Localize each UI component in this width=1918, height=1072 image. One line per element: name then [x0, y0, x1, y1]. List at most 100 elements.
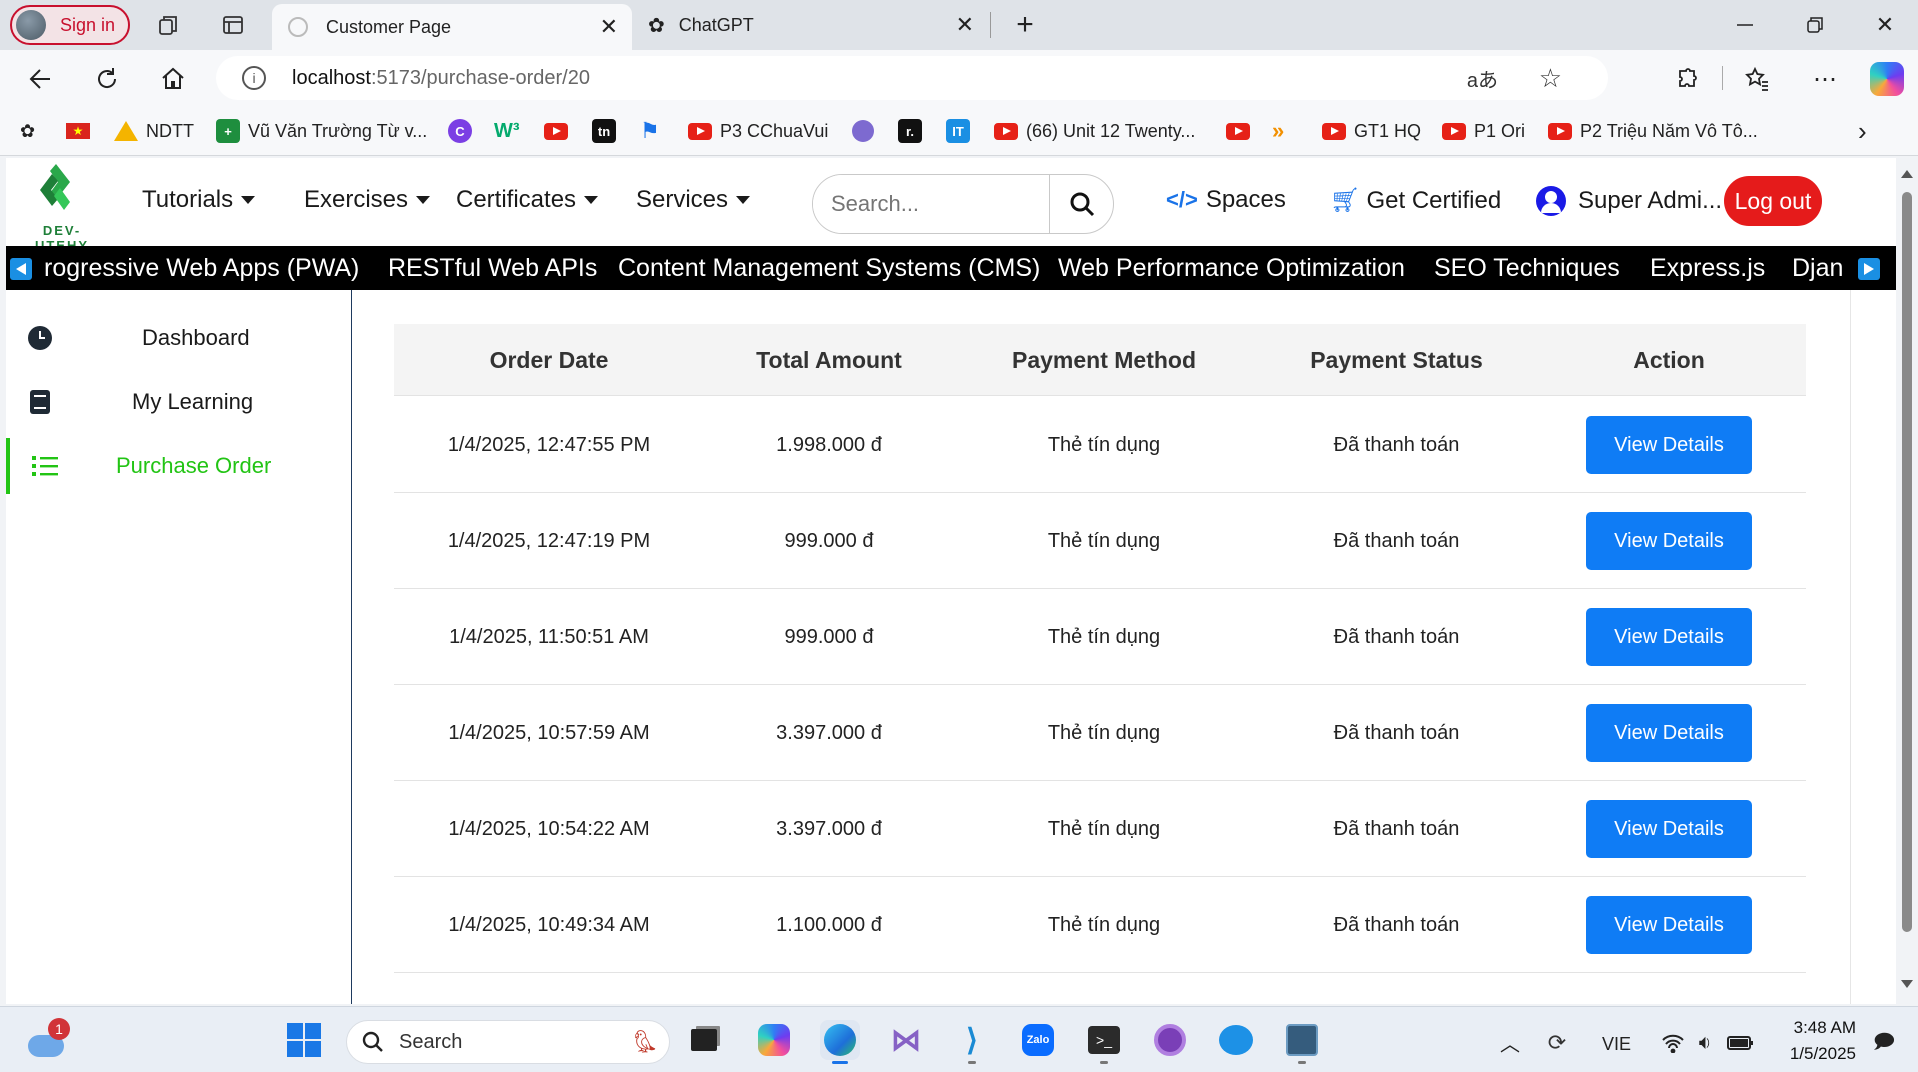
restore-icon[interactable]	[1800, 10, 1830, 40]
workspaces-icon[interactable]	[154, 10, 184, 40]
close-tab-icon[interactable]: ✕	[956, 12, 974, 38]
logout-button[interactable]: Log out	[1724, 176, 1822, 226]
vscode-icon[interactable]: ⟩	[952, 1020, 992, 1064]
task-view-icon[interactable]	[684, 1020, 724, 1060]
home-icon[interactable]	[156, 62, 190, 96]
view-details-button[interactable]: View Details	[1586, 608, 1752, 666]
zalo-icon[interactable]: Zalo	[1018, 1020, 1058, 1060]
scrollbar-thumb[interactable]	[1902, 192, 1912, 932]
bookmark-c-icon[interactable]: C	[448, 116, 480, 146]
github-desktop-icon[interactable]	[1150, 1020, 1190, 1060]
tab-customer-page[interactable]: Customer Page ✕	[272, 4, 632, 50]
extensions-icon[interactable]	[1670, 62, 1704, 96]
bookmark-w3[interactable]: W³	[494, 116, 520, 146]
more-menu-icon[interactable]: ⋯	[1808, 62, 1842, 96]
site-logo[interactable]: DEV-UTEHY	[16, 160, 108, 253]
ticker-item[interactable]: SEO Techniques	[1434, 254, 1620, 283]
battery-icon[interactable]	[1726, 1030, 1756, 1056]
sign-in-button[interactable]: Sign in	[10, 5, 130, 45]
bookmark-youtube[interactable]	[544, 116, 576, 146]
tab-actions-icon[interactable]	[218, 10, 248, 40]
bookmark-youtube-2[interactable]	[1226, 116, 1258, 146]
bookmark-unit12[interactable]: (66) Unit 12 Twenty...	[994, 116, 1195, 146]
view-details-button[interactable]: View Details	[1586, 704, 1752, 762]
bookmark-flag[interactable]: ⚑	[640, 116, 660, 146]
bookmark-label: GT1 HQ	[1354, 120, 1422, 141]
copilot-taskbar-icon[interactable]	[754, 1020, 794, 1060]
tray-overflow-icon[interactable]: ︿	[1498, 1030, 1522, 1056]
docker-icon[interactable]	[1216, 1020, 1256, 1060]
wifi-icon[interactable]	[1660, 1030, 1686, 1056]
bookmark-it[interactable]: IT	[946, 116, 978, 146]
bookmark-vu-van-truong[interactable]: + Vũ Văn Trường Từ v...	[216, 116, 427, 146]
scroll-down-icon[interactable]	[1901, 980, 1913, 988]
sync-icon[interactable]: ⟳	[1544, 1030, 1570, 1056]
read-aloud-icon[interactable]: aあ	[1467, 64, 1498, 93]
ticker-item[interactable]: Express.js	[1650, 254, 1765, 283]
page-scrollbar[interactable]	[1896, 158, 1918, 1004]
nav-certificates[interactable]: Certificates	[456, 186, 599, 214]
visual-studio-icon[interactable]: ⋈	[886, 1020, 926, 1060]
search-button[interactable]	[1049, 175, 1113, 233]
mysql-workbench-icon[interactable]	[1282, 1020, 1322, 1064]
nav-exercises[interactable]: Exercises	[304, 186, 431, 214]
taskbar-search[interactable]: Search 🦜︎	[346, 1020, 670, 1064]
ticker-prev-button[interactable]	[10, 258, 32, 280]
edge-taskbar-icon[interactable]	[820, 1020, 860, 1064]
ticker-item[interactable]: RESTful Web APIs	[388, 254, 597, 283]
ticker-item[interactable]: rogressive Web Apps (PWA)	[44, 254, 359, 283]
back-icon[interactable]	[24, 62, 58, 96]
tab-chatgpt[interactable]: ✿ ChatGPT ✕	[636, 4, 986, 46]
view-details-button[interactable]: View Details	[1586, 896, 1752, 954]
nav-services[interactable]: Services	[636, 186, 751, 214]
clock-time[interactable]: 3:48 AM	[1770, 1018, 1856, 1038]
nav-tutorials[interactable]: Tutorials	[142, 186, 256, 214]
bookmark-vn-flag[interactable]: ★	[66, 116, 90, 146]
view-details-button[interactable]: View Details	[1586, 512, 1752, 570]
spaces-link[interactable]: </> Spaces	[1166, 186, 1286, 214]
language-indicator[interactable]: VIE	[1602, 1034, 1631, 1055]
view-details-button[interactable]: View Details	[1586, 416, 1752, 474]
view-details-button[interactable]: View Details	[1586, 800, 1752, 858]
scroll-up-icon[interactable]	[1901, 170, 1913, 178]
start-button[interactable]	[284, 1020, 324, 1060]
bookmark-p1[interactable]: P1 Ori	[1442, 116, 1525, 146]
minimize-icon[interactable]	[1730, 10, 1760, 40]
reload-icon[interactable]	[90, 62, 124, 96]
bookmark-arrow[interactable]: »	[1272, 116, 1284, 146]
payment-method: Thẻ tín dụng	[1047, 721, 1161, 744]
user-menu[interactable]: Super Admi...	[1536, 186, 1722, 216]
bookmark-chatgpt[interactable]: ✿	[20, 116, 35, 146]
terminal-icon[interactable]: >_	[1084, 1020, 1124, 1064]
table-row: 1/4/2025, 10:57:59 AM 3.397.000 đ Thẻ tí…	[394, 685, 1806, 781]
clock-date[interactable]: 1/5/2025	[1770, 1044, 1856, 1064]
close-tab-icon[interactable]: ✕	[600, 14, 618, 40]
volume-icon[interactable]: 🔉︎	[1692, 1030, 1718, 1056]
favorites-icon[interactable]	[1740, 62, 1774, 96]
get-certified-link[interactable]: 🛒︎ Get Certified	[1330, 186, 1501, 215]
new-tab-icon[interactable]: +	[1008, 8, 1042, 42]
ticker-item[interactable]: Djan	[1792, 254, 1843, 283]
ticker-item[interactable]: Web Performance Optimization	[1058, 254, 1405, 283]
vietnam-flag-icon: ★	[66, 123, 90, 139]
address-bar[interactable]: i localhost:5173/purchase-order/20 aあ ☆	[216, 56, 1608, 100]
copilot-icon[interactable]	[1870, 62, 1904, 96]
bookmark-r[interactable]: r.	[898, 116, 930, 146]
notifications-icon[interactable]: 🗩︎	[1870, 1030, 1898, 1058]
favorite-star-icon[interactable]: ☆	[1539, 63, 1562, 94]
site-info-icon[interactable]: i	[242, 66, 266, 90]
search-input[interactable]	[813, 175, 1049, 233]
close-window-icon[interactable]: ✕	[1870, 10, 1900, 40]
bookmark-tn[interactable]: tn	[592, 116, 624, 146]
bookmarks-more-icon[interactable]: ›	[1858, 116, 1867, 146]
play-left-icon	[16, 263, 26, 275]
weather-widget[interactable]: 1	[26, 1018, 70, 1062]
youtube-icon	[1442, 122, 1466, 140]
bookmark-p3[interactable]: P3 CChuaVui	[688, 116, 828, 146]
bookmark-gt1[interactable]: GT1 HQ	[1322, 116, 1421, 146]
ticker-next-button[interactable]	[1858, 258, 1880, 280]
bookmark-p2[interactable]: P2 Triệu Năm Vô Tô...	[1548, 116, 1758, 146]
bookmark-ndtt[interactable]: NDTT	[114, 116, 194, 146]
bookmark-spotify[interactable]	[852, 116, 874, 146]
ticker-item[interactable]: Content Management Systems (CMS)	[618, 254, 1040, 283]
